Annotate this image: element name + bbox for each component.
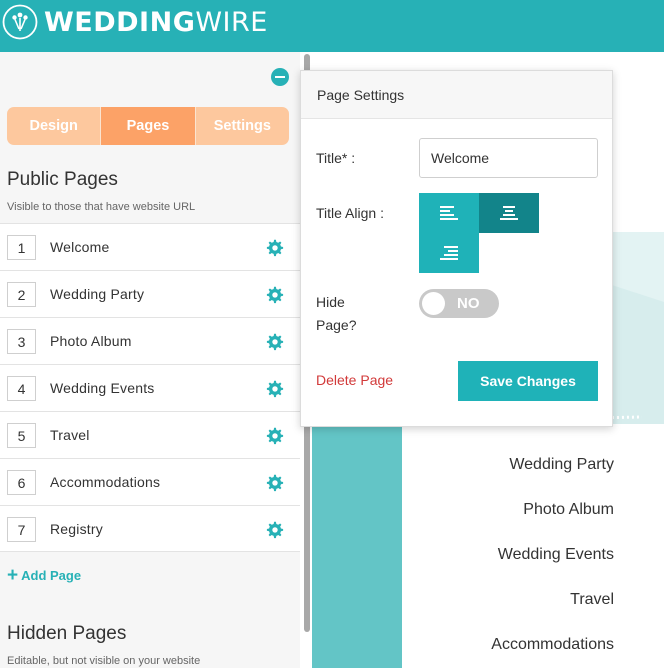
page-name: Welcome xyxy=(50,239,110,255)
hide-page-label: Hide xyxy=(316,294,345,310)
align-right-button[interactable] xyxy=(419,233,479,273)
toggle-knob xyxy=(422,292,445,315)
title-label: Title* : xyxy=(316,150,356,166)
public-pages-title: Public Pages xyxy=(7,169,118,190)
public-pages-subtitle: Visible to those that have website URL xyxy=(7,201,196,213)
hidden-pages-subtitle: Editable, but not visible on your websit… xyxy=(7,655,201,667)
page-order-number[interactable]: 1 xyxy=(7,235,36,260)
preview-menu-item[interactable]: Wedding Party xyxy=(509,456,614,474)
gear-icon[interactable] xyxy=(266,427,284,445)
tab-pages[interactable]: Pages xyxy=(101,107,196,145)
public-pages-list: 1 Welcome 2 Wedding Party 3 Photo Album … xyxy=(0,223,300,552)
page-order-number[interactable]: 4 xyxy=(7,376,36,401)
page-order-number[interactable]: 6 xyxy=(7,470,36,495)
align-left-button[interactable] xyxy=(419,193,479,233)
list-item[interactable]: 7 Registry xyxy=(0,505,300,552)
page-order-number[interactable]: 7 xyxy=(7,517,36,542)
gear-icon[interactable] xyxy=(266,286,284,304)
align-right-icon xyxy=(440,246,458,260)
tab-settings[interactable]: Settings xyxy=(196,107,289,145)
list-item[interactable]: 3 Photo Album xyxy=(0,317,300,364)
collapse-panel-icon[interactable] xyxy=(271,68,289,86)
hide-page-toggle[interactable]: NO xyxy=(419,289,499,318)
page-settings-popover: Page Settings Title* : Title Align : Hid… xyxy=(300,70,613,427)
page-name: Accommodations xyxy=(50,474,161,490)
page-order-number[interactable]: 3 xyxy=(7,329,36,354)
top-header: WEDDINGWIRE xyxy=(0,0,664,52)
brand-logo[interactable]: WEDDINGWIRE xyxy=(2,4,268,40)
gear-icon[interactable] xyxy=(266,380,284,398)
title-align-label: Title Align : xyxy=(316,205,384,221)
brand-name: WEDDINGWIRE xyxy=(44,6,268,38)
gear-icon[interactable] xyxy=(266,333,284,351)
bouquet-logo-icon xyxy=(2,4,38,40)
page-order-number[interactable]: 2 xyxy=(7,282,36,307)
preview-teal-block xyxy=(312,422,402,668)
save-changes-button[interactable]: Save Changes xyxy=(458,361,598,401)
plus-icon: + xyxy=(7,564,19,586)
add-page-button[interactable]: + Add Page xyxy=(7,564,82,586)
add-page-label: Add Page xyxy=(21,568,82,583)
list-item[interactable]: 5 Travel xyxy=(0,411,300,458)
gear-icon[interactable] xyxy=(266,521,284,539)
toggle-state-text: NO xyxy=(457,295,480,312)
align-center-icon xyxy=(500,206,518,220)
list-item[interactable]: 1 Welcome xyxy=(0,223,300,270)
delete-page-link[interactable]: Delete Page xyxy=(316,372,393,388)
preview-menu-item[interactable]: Travel xyxy=(570,591,614,609)
page-name: Wedding Party xyxy=(50,286,145,302)
list-item[interactable]: 6 Accommodations xyxy=(0,458,300,505)
page-order-number[interactable]: 5 xyxy=(7,423,36,448)
gear-icon[interactable] xyxy=(266,474,284,492)
page-name: Wedding Events xyxy=(50,380,155,396)
popover-title: Page Settings xyxy=(301,71,612,119)
align-center-button[interactable] xyxy=(479,193,539,233)
gear-icon[interactable] xyxy=(266,239,284,257)
title-input[interactable] xyxy=(419,138,598,178)
preview-menu-item[interactable]: Accommodations xyxy=(491,636,614,654)
page-name: Registry xyxy=(50,521,103,537)
hidden-pages-title: Hidden Pages xyxy=(7,623,127,644)
preview-menu-item[interactable]: Wedding Events xyxy=(498,546,614,564)
align-left-icon xyxy=(440,206,458,220)
preview-menu-item[interactable]: Photo Album xyxy=(523,501,614,519)
list-item[interactable]: 2 Wedding Party xyxy=(0,270,300,317)
tab-design[interactable]: Design xyxy=(7,107,102,145)
hide-page-label-line2: Page? xyxy=(316,317,357,333)
preview-nav-menu: Wedding Party Photo Album Wedding Events… xyxy=(402,424,664,668)
page-name: Travel xyxy=(50,427,90,443)
list-item[interactable]: 4 Wedding Events xyxy=(0,364,300,411)
editor-tabs: Design Pages Settings xyxy=(7,107,289,145)
page-name: Photo Album xyxy=(50,333,132,349)
